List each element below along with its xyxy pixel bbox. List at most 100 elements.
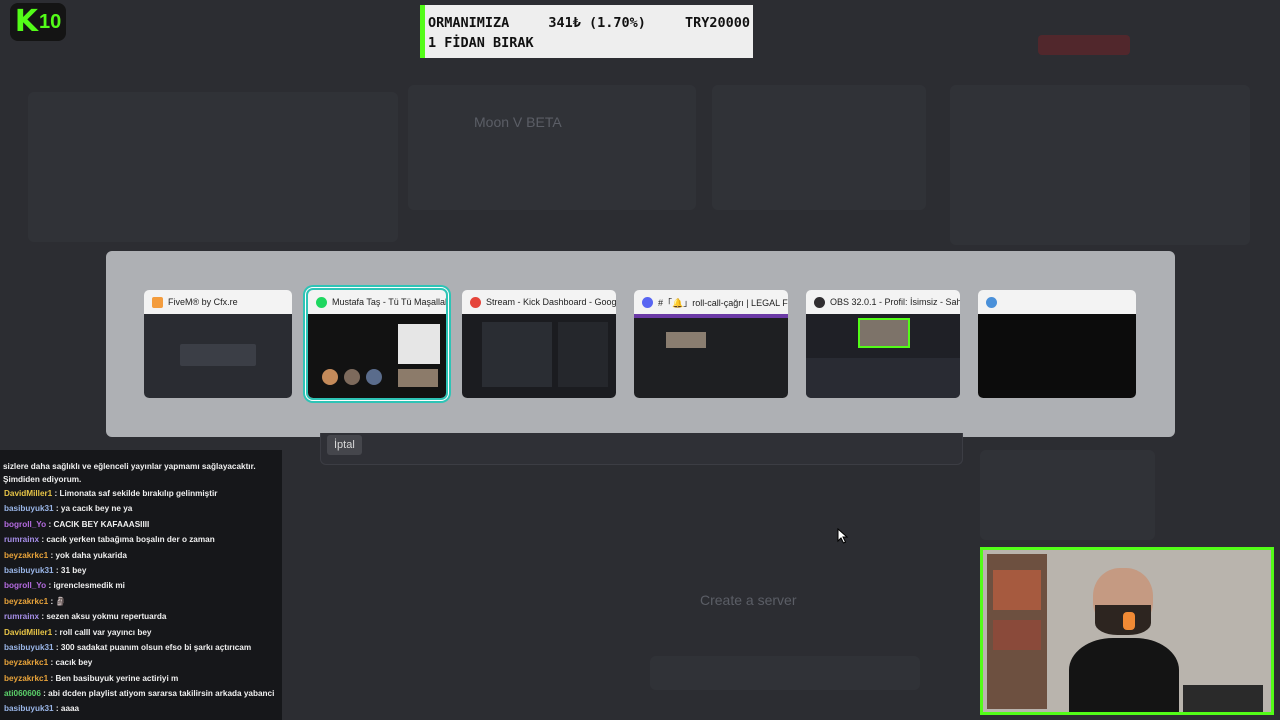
chat-username[interactable]: rumrainx (4, 612, 39, 621)
chat-message-text: : 31 bey (55, 565, 87, 575)
kick-logo: K 10 (10, 3, 66, 41)
streamer-shirt (1069, 638, 1179, 712)
window-thumbnail-obs[interactable]: OBS 32.0.1 - Profil: İsimsiz - Sahn... (806, 290, 960, 398)
window-thumbnail-discord[interactable]: #「🔔」roll-call-çağrı | LEGAL FOR... (634, 290, 788, 398)
chat-message: DavidMiller1 : roll calll var yayıncı be… (0, 625, 282, 640)
chat-message: basibuyuk31 : ya cacık bey ne ya (0, 501, 282, 516)
chat-message: bogroll_Yo : igrenclesmedik mi (0, 578, 282, 593)
mouse-cursor-icon (837, 528, 849, 544)
chat-message: beyzakrkc1 : yok daha yukarida (0, 548, 282, 563)
window-preview (634, 314, 788, 398)
window-preview (978, 314, 1136, 398)
window-thumbnail-spotify[interactable]: Mustafa Taş - Tü Tü Maşallah (306, 288, 448, 400)
donation-line-1: ORMANIMIZA 341₺ (1.70%) TRY20000 (428, 15, 750, 31)
chat-message: DavidMiller1 : Limonata saf sekilde bıra… (0, 486, 282, 501)
window-thumbnail-terminal[interactable] (978, 290, 1136, 398)
chat-username[interactable]: DavidMiller1 (4, 628, 52, 637)
chat-username[interactable]: basibuyuk31 (4, 504, 54, 513)
donation-goal: TRY20000 (684, 15, 750, 31)
chat-username[interactable]: basibuyuk31 (4, 566, 54, 575)
kick-k-icon: K (14, 4, 38, 39)
chat-message-text: : abi dcden playlist atiyom sararsa taki… (43, 689, 275, 699)
chat-message-text: : aaaa (55, 704, 80, 714)
chat-message-text: : roll calll var yayıncı bey (54, 627, 152, 637)
chat-message: bogroll_Yo : CACIK BEY KAFAAASIIII (0, 517, 282, 532)
donation-subtitle: 1 FİDAN BIRAK (428, 35, 534, 51)
window-preview (806, 314, 960, 398)
chrome-icon (470, 296, 481, 308)
chat-username[interactable]: DavidMiller1 (4, 489, 52, 498)
background-panel (950, 85, 1250, 245)
background-panel (28, 92, 398, 242)
chat-message: rumrainx : cacık yerken tabağıma boşalın… (0, 532, 282, 547)
chat-username[interactable]: basibuyuk31 (4, 643, 54, 652)
chat-message-text: : 🗿 (50, 596, 66, 606)
chat-username[interactable]: ati060606 (4, 689, 41, 698)
chat-username[interactable]: basibuyuk31 (4, 704, 54, 713)
spotify-icon (316, 296, 327, 308)
chat-message-text: : CACIK BEY KAFAAASIIII (48, 519, 150, 529)
chat-message-text: sizlere daha sağlıklı ve eğlenceli yayın… (3, 462, 256, 484)
donation-progress: 341₺ (1.70%) (548, 15, 646, 31)
window-thumbnail-chrome[interactable]: Stream - Kick Dashboard - Goog... (462, 290, 616, 398)
background-button (1038, 35, 1130, 55)
discord-icon (642, 296, 653, 308)
chat-message-text: : cacık bey (50, 658, 93, 668)
chat-message-text: : Ben basibuyuk yerine actiriyi m (50, 673, 179, 683)
chat-message-text: : sezen aksu yokmu repertuarda (41, 612, 167, 622)
chat-username[interactable]: bogroll_Yo (4, 581, 46, 590)
background-stream-title: Moon V BETA (474, 114, 562, 130)
chat-message: basibuyuk31 : 300 sadakat puanım olsun e… (0, 640, 282, 655)
window-title-bar: OBS 32.0.1 - Profil: İsimsiz - Sahn... (806, 290, 960, 314)
chat-messages: DavidMiller1 : Limonata saf sekilde bıra… (0, 486, 282, 717)
chat-username[interactable]: rumrainx (4, 535, 39, 544)
window-title-bar: Stream - Kick Dashboard - Goog... (462, 290, 616, 314)
background-panel (408, 85, 696, 210)
window-title-bar (978, 290, 1136, 314)
background-panel (712, 85, 926, 210)
chat-username[interactable]: bogroll_Yo (4, 520, 46, 529)
stream-chat-overlay: sizlere daha sağlıklı ve eğlenceli yayın… (0, 450, 282, 720)
chat-message: ati060606 : abi dcden playlist atiyom sa… (0, 686, 282, 701)
chat-message-text: : yok daha yukarida (50, 550, 127, 560)
window-switcher: FiveM® by Cfx.re Mustafa Taş - Tü Tü Maş… (106, 251, 1175, 437)
window-preview (308, 314, 446, 398)
window-title: OBS 32.0.1 - Profil: İsimsiz - Sahn... (830, 297, 960, 307)
chat-message: beyzakrkc1 : cacık bey (0, 655, 282, 670)
chat-message-text: : igrenclesmedik mi (48, 581, 125, 591)
background-create-server: Create a server (700, 592, 797, 608)
donation-goal-banner: ORMANIMIZA 341₺ (1.70%) TRY20000 1 FİDAN… (420, 5, 753, 58)
background-panel (650, 656, 920, 690)
headphone-icon (1123, 612, 1135, 630)
logo-number: 10 (39, 11, 62, 33)
chat-message: basibuyuk31 : 31 bey (0, 563, 282, 578)
webcam-overlay (980, 547, 1274, 715)
chat-username[interactable]: beyzakrkc1 (4, 674, 48, 683)
chat-message: beyzakrkc1 : Ben basibuyuk yerine actiri… (0, 671, 282, 686)
chat-message-text: : cacık yerken tabağıma boşalın der o za… (41, 535, 215, 545)
chat-username[interactable]: beyzakrkc1 (4, 658, 48, 667)
chat-message: basibuyuk31 : aaaa (0, 701, 282, 716)
chat-username[interactable]: beyzakrkc1 (4, 551, 48, 560)
dialog-footer: İptal (320, 433, 963, 465)
obs-icon (814, 296, 825, 308)
chair (1183, 685, 1263, 712)
window-title-bar: Mustafa Taş - Tü Tü Maşallah (308, 290, 446, 314)
chat-message: beyzakrkc1 : 🗿 (0, 594, 282, 609)
chat-message-text: : Limonata saf sekilde bırakılıp gelinmi… (54, 489, 218, 498)
chat-message-text: : 300 sadakat puanım olsun efso bi şarkı… (55, 642, 252, 652)
window-title: Mustafa Taş - Tü Tü Maşallah (332, 297, 446, 307)
window-title-bar: FiveM® by Cfx.re (144, 290, 292, 314)
window-preview (462, 314, 616, 398)
window-preview (144, 314, 292, 398)
donation-title: ORMANIMIZA (428, 15, 510, 31)
window-thumbnail-fivem[interactable]: FiveM® by Cfx.re (144, 290, 292, 398)
window-title: Stream - Kick Dashboard - Goog... (486, 297, 616, 307)
chat-username[interactable]: beyzakrkc1 (4, 597, 48, 606)
chat-message: rumrainx : sezen aksu yokmu repertuarda (0, 609, 282, 624)
cancel-button[interactable]: İptal (327, 435, 362, 455)
window-title: #「🔔」roll-call-çağrı | LEGAL FOR... (658, 297, 788, 308)
window-title-bar: #「🔔」roll-call-çağrı | LEGAL FOR... (634, 290, 788, 314)
chat-message-text: : ya cacık bey ne ya (55, 504, 133, 514)
terminal-icon (986, 296, 997, 308)
